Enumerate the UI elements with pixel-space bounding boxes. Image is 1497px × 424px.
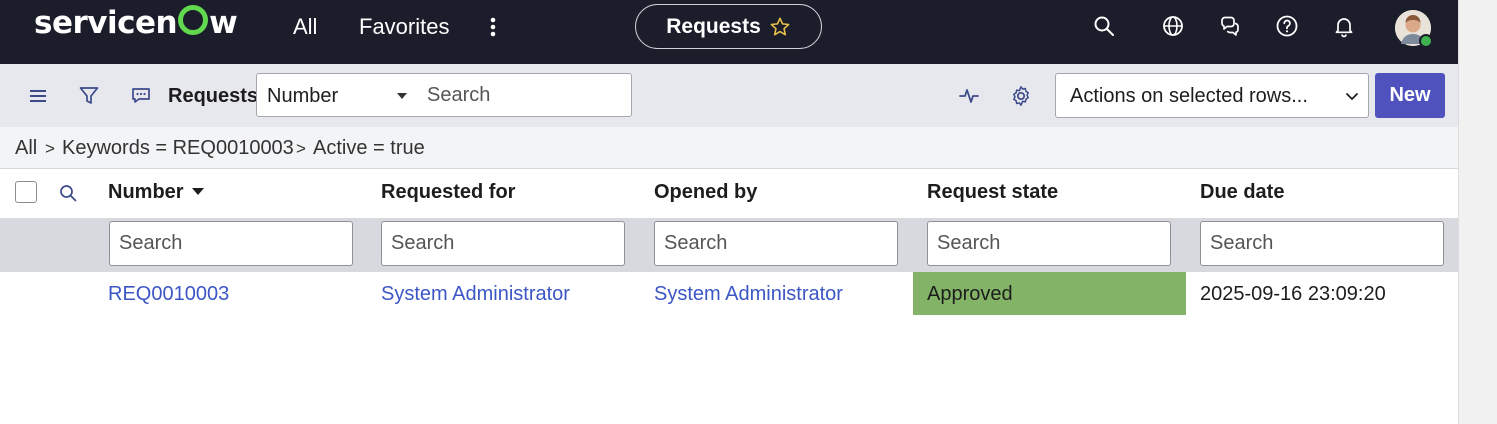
nav-all-menu[interactable]: All (293, 14, 317, 40)
new-button[interactable]: New (1375, 73, 1445, 118)
request-state-search-input[interactable] (927, 221, 1171, 266)
table-header: Number Requested for Opened by Request s… (0, 170, 1458, 220)
column-header-requested-for[interactable]: Requested for (381, 181, 515, 204)
filter-icon[interactable] (78, 85, 100, 107)
presence-indicator (1419, 34, 1433, 48)
breadcrumb-all[interactable]: All (15, 137, 37, 160)
user-avatar[interactable] (1395, 10, 1433, 48)
pulse-activity-icon[interactable] (958, 85, 980, 107)
context-title-pill[interactable]: Requests (635, 4, 822, 49)
select-all-checkbox[interactable] (15, 181, 37, 203)
top-navigation-bar: servicen w All Favorites Requests (0, 0, 1458, 64)
hamburger-menu-icon[interactable] (27, 85, 49, 107)
list-toolbar: Requests Number Actions on selected rows… (0, 64, 1458, 127)
search-columns-icon[interactable] (58, 183, 78, 203)
bell-icon[interactable] (1332, 14, 1356, 38)
actions-select-value: Actions on selected rows... (1070, 85, 1308, 107)
star-favorite-icon[interactable] (769, 16, 791, 38)
gear-icon[interactable] (1010, 85, 1032, 107)
sort-descending-icon (191, 188, 204, 195)
nav-favorites-menu[interactable]: Favorites (359, 14, 449, 40)
help-icon[interactable] (1275, 14, 1299, 38)
number-search-input[interactable] (109, 221, 353, 266)
globe-icon[interactable] (1161, 14, 1185, 38)
requested-for-link[interactable]: System Administrator (381, 283, 570, 306)
activity-stream-icon[interactable] (130, 85, 152, 107)
column-header-opened-by[interactable]: Opened by (654, 181, 757, 204)
opened-by-link[interactable]: System Administrator (654, 283, 843, 306)
column-header-due-date[interactable]: Due date (1200, 181, 1284, 204)
actions-on-selected-rows-select[interactable]: Actions on selected rows... (1055, 73, 1369, 118)
breadcrumb-keywords[interactable]: Keywords = REQ0010003 (62, 137, 294, 160)
request-number-link[interactable]: REQ0010003 (108, 283, 229, 306)
list-title: Requests (168, 85, 259, 107)
due-date-value: 2025-09-16 23:09:20 (1200, 283, 1386, 305)
column-search-row (0, 218, 1458, 272)
request-state-value: Approved (927, 283, 1013, 305)
requested-for-search-input[interactable] (381, 221, 625, 266)
chat-icon[interactable] (1218, 14, 1242, 38)
breadcrumb-active[interactable]: Active = true (313, 137, 425, 160)
request-state-cell: Approved (913, 272, 1186, 315)
column-header-number[interactable]: Number (108, 181, 204, 204)
opened-by-search-input[interactable] (654, 221, 898, 266)
table-row: REQ0010003 System Administrator System A… (0, 272, 1458, 316)
due-date-search-input[interactable] (1200, 221, 1444, 266)
search-icon[interactable] (1092, 14, 1116, 38)
context-title: Requests (666, 14, 761, 38)
list-search-input[interactable] (417, 73, 632, 117)
breadcrumb-separator: > (296, 139, 306, 158)
breadcrumb-separator: > (45, 139, 55, 158)
search-field-value: Number (267, 85, 339, 107)
more-vertical-icon[interactable] (483, 16, 503, 38)
caret-down-icon (397, 93, 407, 99)
servicenow-logo[interactable]: servicen w (34, 5, 238, 41)
search-field-select[interactable]: Number (256, 73, 418, 117)
vertical-scrollbar[interactable] (1458, 0, 1497, 424)
chevron-down-icon (1344, 88, 1360, 104)
breadcrumb: All > Keywords = REQ0010003 > Active = t… (0, 127, 1458, 169)
column-header-request-state[interactable]: Request state (927, 181, 1058, 204)
